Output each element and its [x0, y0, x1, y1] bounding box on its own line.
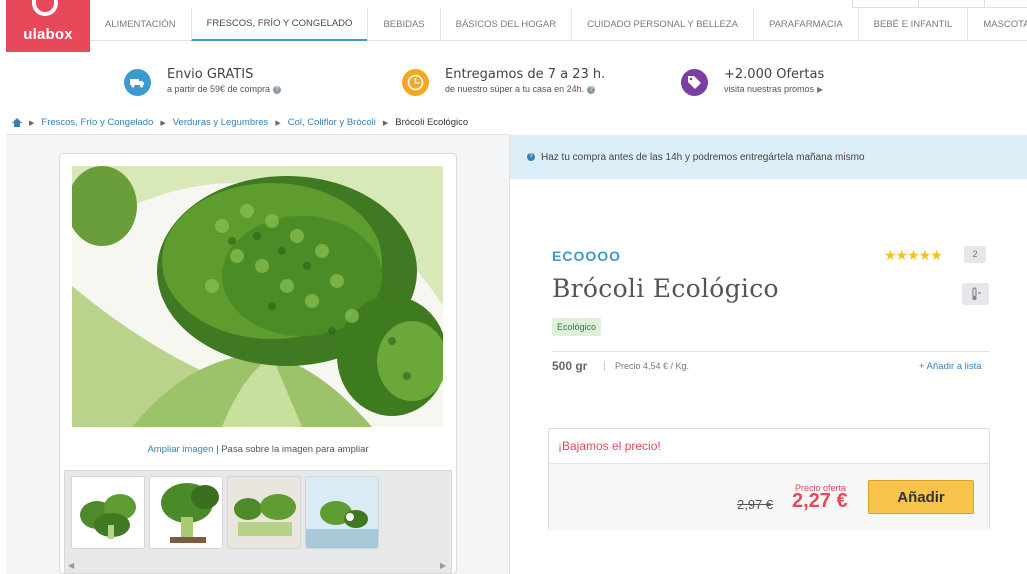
breadcrumb-separator-icon: ▶ — [160, 119, 166, 127]
breadcrumb-separator-icon: ▶ — [275, 119, 281, 127]
add-to-list-link[interactable]: + Añadir a lista — [919, 361, 982, 372]
breadcrumb-item[interactable]: Verduras y Legumbres — [173, 117, 269, 128]
price-body: 2,97 € Precio oferta 2,27 € Añadir — [549, 464, 989, 530]
breadcrumb-current: Brócoli Ecológico — [395, 117, 469, 128]
benefit-subtitle: de nuestro súper a tu casa en 24h. — [445, 84, 585, 94]
home-icon[interactable] — [12, 118, 22, 127]
thumbnail[interactable] — [227, 476, 301, 549]
rating-count[interactable]: 2 — [964, 246, 986, 263]
price-box: ¡Bajamos el precio! 2,97 € Precio oferta… — [548, 428, 990, 530]
offer-price: 2,27 € — [792, 490, 848, 512]
breadcrumb-item[interactable]: Frescos, Frío y Congelado — [41, 117, 153, 128]
tab-cuidado-personal[interactable]: CUIDADO PERSONAL Y BELLEZA — [571, 8, 753, 41]
organic-tag: Ecológico — [552, 318, 602, 336]
logo-swoosh-icon — [32, 0, 58, 16]
rating-stars-icon: ★★★★★ — [884, 247, 943, 263]
thumbnail[interactable] — [305, 476, 379, 549]
benefit-offers[interactable]: +2.000 Ofertas visita nuestras promos ▶ — [681, 67, 824, 96]
top-links — [852, 0, 1027, 8]
tab-bebe-infantil[interactable]: BEBÉ E INFANTIL — [857, 8, 968, 41]
tab-alimentacion[interactable]: ALIMENTACIÓN — [90, 8, 191, 41]
info-icon: ? — [527, 153, 535, 161]
breadcrumb-item[interactable]: Col, Coliflor y Brócoli — [288, 117, 376, 128]
help-icon[interactable]: ? — [273, 85, 282, 94]
tag-icon — [681, 69, 708, 96]
breadcrumb-separator-icon: ▶ — [29, 119, 35, 127]
notice-text: Haz tu compra antes de las 14h y podremo… — [541, 151, 865, 163]
divider — [552, 351, 990, 352]
tab-frescos[interactable]: FRESCOS, FRÍO Y CONGELADO — [190, 8, 368, 41]
clock-icon — [402, 69, 429, 96]
benefit-title: Envio GRATIS — [167, 67, 254, 82]
scroll-left-icon[interactable]: ◀ — [68, 561, 74, 570]
product-weight: 500 gr — [552, 359, 588, 373]
tab-bebidas[interactable]: BEBIDAS — [367, 8, 439, 41]
breadcrumb: ▶ Frescos, Frío y Congelado ▶ Verduras y… — [12, 117, 468, 128]
top-link-slot[interactable] — [852, 0, 918, 8]
tab-mascotas[interactable]: MASCOTAS — [967, 8, 1027, 41]
zoom-image-link[interactable]: Ampliar imagen — [147, 444, 213, 455]
benefit-title: +2.000 Ofertas — [724, 67, 825, 82]
scroll-right-icon[interactable]: ▶ — [440, 561, 446, 570]
benefit-subtitle: a partir de 59€ de compra — [167, 84, 271, 94]
breadcrumb-separator-icon: ▶ — [382, 119, 389, 127]
category-nav: ALIMENTACIÓN FRESCOS, FRÍO Y CONGELADO B… — [90, 8, 1027, 41]
thumbnail[interactable] — [71, 476, 145, 549]
zoom-hint: Ampliar imagen | Pasa sobre la imagen pa… — [60, 444, 456, 455]
logo-text: ulabox — [23, 26, 73, 43]
benefit-title: Entregamos de 7 a 23 h. — [445, 67, 606, 82]
thumbnail[interactable] — [149, 476, 223, 549]
delivery-notice: ? Haz tu compra antes de las 14h y podre… — [510, 135, 1027, 179]
top-link-slot[interactable] — [984, 0, 1027, 8]
old-price: 2,97 € — [737, 497, 774, 512]
benefit-free-shipping: Envio GRATIS a partir de 59€ de compra? — [124, 67, 282, 96]
thermometer-icon — [962, 283, 989, 305]
unit-price: Precio 4,54 € / Kg. — [604, 361, 689, 371]
ulabox-logo[interactable]: ulabox — [6, 0, 90, 52]
product-brand[interactable]: ECOOOO — [552, 248, 621, 264]
top-link-slot[interactable] — [918, 0, 984, 8]
product-title: Brócoli Ecológico — [552, 274, 779, 303]
truck-icon — [124, 69, 151, 96]
thumbnail-strip — [64, 470, 452, 574]
zoom-hint-text: | Pasa sobre la imagen para ampliar — [213, 444, 369, 455]
chevron-right-icon: ▶ — [817, 85, 824, 94]
price-drop-header: ¡Bajamos el precio! — [549, 429, 989, 464]
tab-parafarmacia[interactable]: PARAFARMACIA — [752, 8, 858, 41]
add-to-cart-button[interactable]: Añadir — [868, 480, 974, 514]
benefit-delivery-hours: Entregamos de 7 a 23 h. de nuestro súper… — [402, 67, 605, 96]
help-icon[interactable]: ? — [587, 85, 596, 94]
product-image[interactable] — [72, 166, 443, 427]
tab-basicos-hogar[interactable]: BÁSICOS DEL HOGAR — [439, 8, 571, 41]
benefit-subtitle: visita nuestras promos — [724, 84, 815, 94]
